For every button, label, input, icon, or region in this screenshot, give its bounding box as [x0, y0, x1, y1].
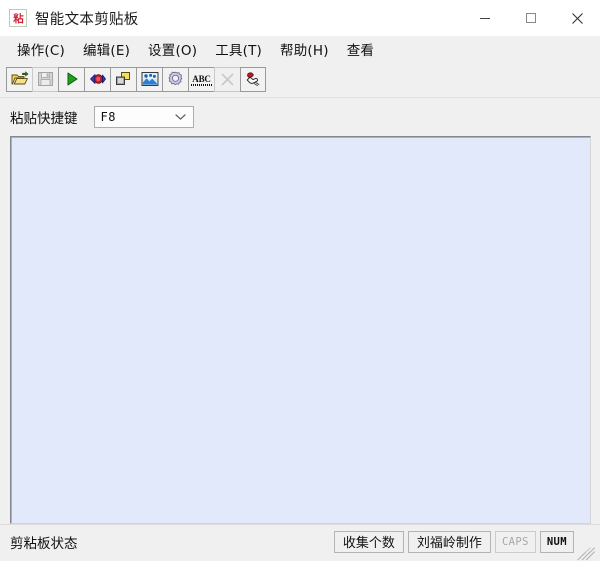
toolbar-copy-button[interactable]: [110, 66, 136, 92]
toolbar-capture-button[interactable]: [84, 66, 110, 92]
menu-settings[interactable]: 设置(O): [139, 37, 206, 62]
toolbar-delete-button[interactable]: [214, 66, 240, 92]
app-icon: 粘: [9, 9, 27, 27]
paste-hotkey-select[interactable]: F8: [93, 106, 194, 128]
minimize-icon: [480, 18, 490, 19]
open-folder-icon: [11, 71, 28, 85]
status-author[interactable]: 刘福岭制作: [407, 530, 491, 553]
paste-hotkey-value: F8: [100, 110, 116, 124]
menu-operation[interactable]: 操作(C): [8, 37, 74, 62]
toolbar-run-button[interactable]: [58, 66, 84, 92]
clipboard-text-content: [11, 137, 590, 145]
toolbar-settings-button[interactable]: [162, 66, 188, 92]
settings-gear-icon: [168, 71, 183, 85]
close-icon: [571, 12, 583, 24]
abc-spellcheck-icon: ABC: [191, 74, 213, 86]
window-controls: [462, 0, 600, 36]
image-picture-icon: [141, 72, 158, 86]
save-floppy-icon: [38, 72, 53, 86]
copy-duplicate-icon: [116, 72, 130, 85]
delete-x-icon: [221, 72, 234, 86]
resize-grip[interactable]: [580, 540, 596, 556]
window-title: 智能文本剪贴板: [35, 11, 139, 28]
menu-bar: 操作(C) 编辑(E) 设置(O) 工具(T) 帮助(H) 查看: [0, 36, 600, 62]
hotkey-label: 粘贴快捷键: [10, 111, 78, 127]
status-bar: 剪粘板状态 收集个数 刘福岭制作 CAPS NUM: [0, 524, 600, 558]
hotkey-row: 粘贴快捷键 F8: [0, 98, 600, 136]
content-area: [0, 136, 600, 524]
play-run-icon: [67, 72, 77, 86]
toolbar-save-button[interactable]: [32, 66, 58, 92]
menu-edit[interactable]: 编辑(E): [74, 37, 139, 62]
menu-view[interactable]: 查看: [338, 37, 383, 62]
clipboard-text-area[interactable]: [10, 136, 591, 524]
app-icon-glyph: 粘: [12, 11, 24, 25]
toolbar-spellcheck-button[interactable]: ABC: [188, 66, 214, 92]
title-bar: 粘 智能文本剪贴板: [0, 0, 600, 36]
menu-tools[interactable]: 工具(T): [206, 37, 271, 62]
status-num-lock: NUM: [539, 530, 574, 553]
toolbar-container: ABC: [0, 62, 600, 98]
maximize-button[interactable]: [508, 0, 554, 36]
app-window: 粘 智能文本剪贴板 操作(C) 编辑(E) 设置(O) 工具(T) 帮助(H) …: [0, 0, 600, 558]
toolbar-image-button[interactable]: [136, 66, 162, 92]
status-clipboard-state: 剪粘板状态: [10, 535, 78, 552]
status-caps-lock: CAPS: [494, 530, 536, 553]
maximize-icon: [526, 13, 536, 23]
toolbar-pointer-button[interactable]: [240, 66, 266, 92]
chevron-down-icon: [174, 114, 186, 121]
close-button[interactable]: [554, 0, 600, 36]
status-collect-count[interactable]: 收集个数: [333, 530, 404, 553]
hand-pointer-icon: [246, 71, 260, 86]
clipboard-capture-icon: [89, 74, 106, 84]
toolbar: ABC: [6, 66, 600, 92]
menu-help[interactable]: 帮助(H): [271, 37, 338, 62]
toolbar-open-button[interactable]: [6, 66, 32, 92]
title-bar-left: 粘 智能文本剪贴板: [0, 8, 139, 29]
minimize-button[interactable]: [462, 0, 508, 36]
